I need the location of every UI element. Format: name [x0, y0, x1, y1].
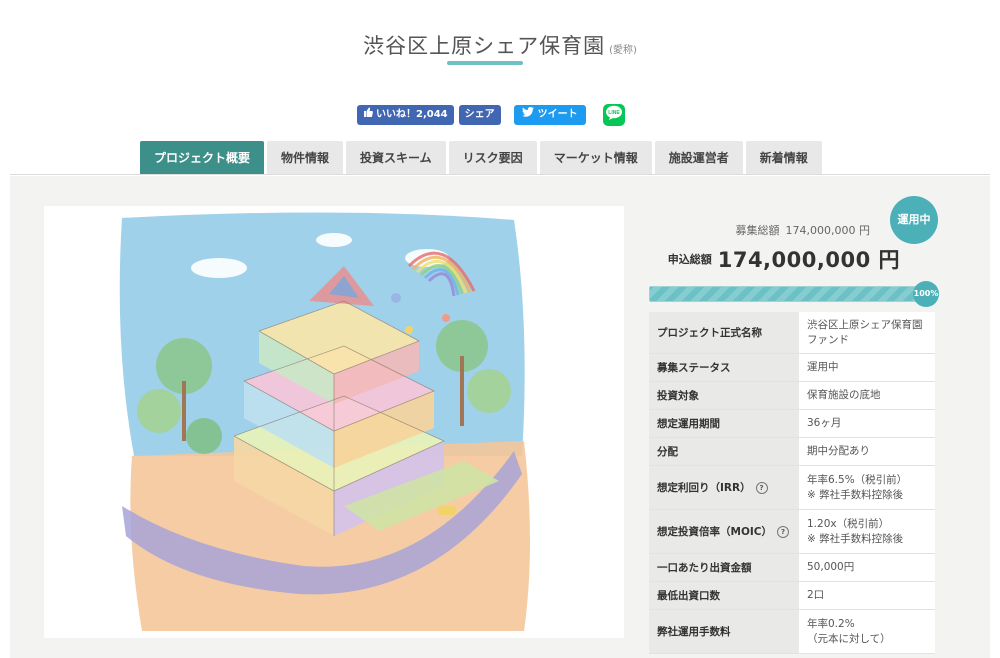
line-icon: LINE: [605, 105, 623, 125]
detail-value-cell: 年率0.2% （元本に対して）: [799, 609, 935, 654]
goal-label: 募集総額: [735, 224, 780, 237]
detail-value: 年率6.5%（税引前）: [807, 473, 908, 486]
facebook-like-button[interactable]: いいね！2,044: [357, 105, 454, 125]
project-illustration: [44, 206, 624, 638]
detail-key-cell: 弊社運用手数料: [649, 609, 799, 654]
detail-key-cell: 想定投資倍率（MOIC）?: [649, 509, 799, 554]
detail-row: 最低出資口数 2口: [649, 581, 935, 610]
detail-row: 想定投資倍率（MOIC）? 1.20x（税引前） ※ 弊社手数料控除後: [649, 509, 935, 554]
detail-value-cell: 2口: [799, 581, 935, 610]
question-circle-icon[interactable]: ?: [755, 482, 768, 494]
detail-value: 渋谷区上原シェア保育園ファンド: [807, 318, 923, 346]
project-tabs: プロジェクト概要 物件情報 投資スキーム リスク要因 マーケット情報 施設運営者 新着情報: [0, 141, 1000, 175]
applied-value: 174,000,000 円: [717, 248, 900, 272]
detail-note: ※ 弊社手数料控除後: [807, 488, 904, 501]
detail-key: 分配: [657, 446, 678, 458]
detail-key-cell: 募集ステータス: [649, 353, 799, 382]
detail-row: 募集ステータス 運用中: [649, 353, 935, 382]
detail-key-cell: プロジェクト正式名称: [649, 312, 799, 354]
project-details-table: プロジェクト正式名称 渋谷区上原シェア保育園ファンド募集ステータス 運用中投資対象 保…: [649, 312, 935, 654]
tab-5[interactable]: 施設運営者: [654, 141, 743, 175]
project-overview-panel: 運用中 募集総額 174,000,000 円 申込総額 174,000,000 円 …: [10, 176, 990, 658]
status-badge: 運用中: [890, 196, 938, 244]
social-share-bar: いいね！2,044 シェア ツイート LINE: [357, 104, 625, 126]
question-circle-icon[interactable]: ?: [777, 526, 789, 538]
tab-0[interactable]: プロジェクト概要: [140, 141, 265, 175]
tabs-divider: [10, 174, 990, 175]
title-note: (愛称): [609, 45, 637, 56]
detail-key: 想定利回り（IRR）: [657, 482, 751, 494]
detail-value: 保育施設の底地: [807, 389, 881, 401]
twitter-bird-icon: [521, 105, 534, 125]
applied-amount-row: 申込総額 174,000,000 円: [650, 244, 900, 274]
detail-key-cell: 一口あたり出資金額: [649, 553, 799, 582]
line-share-button[interactable]: LINE: [602, 104, 625, 126]
tab-4[interactable]: マーケット情報: [539, 141, 652, 175]
page-header: 渋谷区上原シェア保育園 (愛称): [0, 30, 1000, 60]
detail-key: 最低出資口数: [657, 590, 720, 602]
detail-row: 想定利回り（IRR）? 年率6.5%（税引前） ※ 弊社手数料控除後: [649, 465, 935, 510]
line-logo-text: LINE: [608, 110, 620, 116]
detail-value: 年率0.2%: [807, 617, 855, 630]
detail-value-cell: 年率6.5%（税引前） ※ 弊社手数料控除後: [799, 465, 935, 510]
goal-value: 174,000,000 円: [785, 224, 870, 237]
tweet-button[interactable]: ツイート: [513, 105, 586, 125]
detail-value: 運用中: [807, 361, 839, 373]
detail-key: プロジェクト正式名称: [657, 327, 762, 339]
detail-key-cell: 最低出資口数: [649, 581, 799, 610]
progress-fill: [650, 287, 928, 301]
facebook-share-button[interactable]: シェア: [458, 105, 501, 125]
detail-key: 一口あたり出資金額: [657, 562, 752, 574]
detail-row: 弊社運用手数料 年率0.2% （元本に対して）: [649, 609, 935, 654]
applied-label: 申込総額: [667, 253, 712, 266]
detail-key-cell: 分配: [649, 437, 799, 466]
detail-row: 想定運用期間 36ヶ月: [649, 409, 935, 438]
detail-value-cell: 渋谷区上原シェア保育園ファンド: [799, 312, 935, 354]
detail-value-cell: 36ヶ月: [799, 409, 935, 438]
detail-value-cell: 1.20x（税引前） ※ 弊社手数料控除後: [799, 509, 935, 554]
detail-key-cell: 想定利回り（IRR）?: [649, 465, 799, 510]
detail-key: 弊社運用手数料: [657, 626, 731, 638]
detail-value: 2口: [807, 589, 825, 601]
tab-1[interactable]: 物件情報: [267, 141, 344, 175]
detail-value: 36ヶ月: [807, 417, 842, 429]
watercolor-building-illustration: [119, 212, 530, 631]
like-label: いいね！2,044: [376, 109, 448, 120]
detail-value: 50,000円: [807, 561, 855, 573]
detail-row: 一口あたり出資金額 50,000円: [649, 553, 935, 582]
funding-progress-bar: 100%: [649, 281, 939, 307]
page-title: 渋谷区上原シェア保育園: [363, 34, 606, 58]
detail-note: （元本に対して）: [807, 632, 891, 645]
detail-note: ※ 弊社手数料控除後: [807, 532, 904, 545]
thumbs-up-icon: [363, 105, 373, 125]
detail-value-cell: 運用中: [799, 353, 935, 382]
detail-value: 1.20x（税引前）: [807, 517, 890, 530]
tweet-label: ツイート: [537, 109, 578, 120]
detail-row: 投資対象 保育施設の底地: [649, 381, 935, 410]
detail-row: プロジェクト正式名称 渋谷区上原シェア保育園ファンド: [649, 312, 935, 354]
detail-value-cell: 保育施設の底地: [799, 381, 935, 410]
tab-6[interactable]: 新着情報: [745, 141, 822, 175]
goal-amount-row: 募集総額 174,000,000 円: [650, 222, 870, 238]
detail-key: 想定運用期間: [657, 418, 720, 430]
detail-value-cell: 50,000円: [799, 553, 935, 582]
progress-percent-badge: 100%: [913, 281, 939, 307]
detail-key: 募集ステータス: [657, 362, 731, 374]
detail-row: 分配 期中分配あり: [649, 437, 935, 466]
detail-value: 期中分配あり: [807, 445, 870, 457]
detail-key: 投資対象: [657, 390, 699, 402]
detail-key-cell: 想定運用期間: [649, 409, 799, 438]
detail-value-cell: 期中分配あり: [799, 437, 935, 466]
detail-key: 想定投資倍率（MOIC）: [657, 526, 772, 538]
tab-3[interactable]: リスク要因: [448, 141, 537, 175]
tab-2[interactable]: 投資スキーム: [346, 141, 446, 175]
title-underline: [447, 61, 523, 65]
detail-key-cell: 投資対象: [649, 381, 799, 410]
